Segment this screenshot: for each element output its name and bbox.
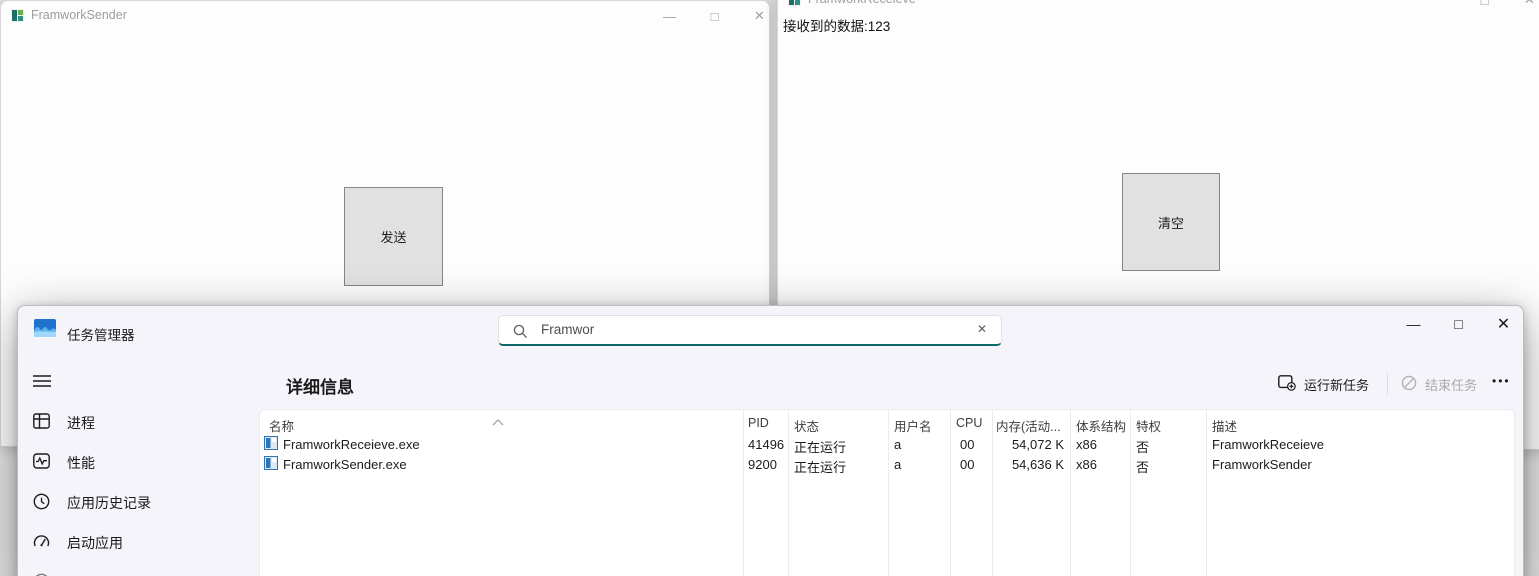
cell-user: a bbox=[894, 437, 901, 452]
column-header-name[interactable]: 名称 bbox=[269, 416, 294, 435]
details-page: 详细信息 运行新任务 结束任务 ••• bbox=[250, 361, 1523, 576]
column-header-description[interactable]: 描述 bbox=[1212, 416, 1237, 435]
clear-button[interactable]: 清空 bbox=[1122, 173, 1220, 271]
cell-cpu: 00 bbox=[960, 437, 974, 452]
table-header: 名称 PID 状态 用户名 CPU 内存(活动... 体系结构 特权 描述 bbox=[260, 410, 1514, 434]
sidebar-item-processes[interactable]: 进程 bbox=[18, 402, 249, 442]
column-header-memory[interactable]: 内存(活动... bbox=[996, 416, 1072, 435]
maximize-button[interactable]: □ bbox=[1462, 0, 1507, 15]
history-clock-icon bbox=[33, 493, 50, 515]
end-task-icon bbox=[1401, 375, 1417, 394]
clear-search-icon[interactable]: ✕ bbox=[977, 322, 987, 336]
column-header-pid[interactable]: PID bbox=[748, 416, 769, 430]
sidebar: 进程 性能 应用历史记录 启动应用 bbox=[18, 361, 249, 576]
cell-description: FramworkSender bbox=[1212, 457, 1312, 472]
cell-status: 正在运行 bbox=[794, 437, 846, 456]
sidebar-item-users[interactable] bbox=[18, 562, 249, 576]
cell-elevated: 否 bbox=[1136, 457, 1149, 476]
close-button[interactable]: ✕ bbox=[1507, 0, 1539, 15]
maximize-button[interactable]: □ bbox=[1436, 307, 1481, 340]
processes-icon bbox=[33, 413, 50, 434]
task-manager-window: 任务管理器 ✕ — □ ✕ 进程 bbox=[17, 305, 1524, 576]
task-manager-icon bbox=[34, 319, 56, 342]
cell-memory: 54,072 K bbox=[992, 437, 1064, 452]
cell-elevated: 否 bbox=[1136, 437, 1149, 456]
sidebar-item-app-history[interactable]: 应用历史记录 bbox=[18, 482, 249, 522]
column-header-cpu[interactable]: CPU bbox=[956, 416, 982, 430]
column-header-elevated[interactable]: 特权 bbox=[1136, 416, 1161, 435]
sidebar-item-performance[interactable]: 性能 bbox=[18, 442, 249, 482]
process-name: FramworkSender.exe bbox=[283, 457, 407, 472]
cell-user: a bbox=[894, 457, 901, 472]
process-name: FramworkReceieve.exe bbox=[283, 437, 420, 452]
receiver-titlebar[interactable]: FramworkReceieve □ ✕ bbox=[778, 0, 1539, 15]
hamburger-menu-icon[interactable] bbox=[33, 374, 57, 394]
page-title: 详细信息 bbox=[286, 373, 354, 398]
cell-status: 正在运行 bbox=[794, 457, 846, 476]
end-task-button[interactable]: 结束任务 bbox=[1395, 369, 1483, 399]
process-icon bbox=[264, 436, 278, 453]
window-title: 任务管理器 bbox=[67, 324, 135, 344]
search-box: ✕ bbox=[498, 315, 1002, 346]
close-button[interactable]: ✕ bbox=[1481, 307, 1526, 340]
column-header-user[interactable]: 用户名 bbox=[894, 416, 932, 435]
app-window-icon bbox=[11, 9, 24, 22]
cell-arch: x86 bbox=[1076, 437, 1097, 452]
send-button[interactable]: 发送 bbox=[344, 187, 443, 286]
search-input[interactable] bbox=[541, 316, 941, 343]
toolbar-divider bbox=[1387, 373, 1388, 395]
cell-memory: 54,636 K bbox=[992, 457, 1064, 472]
window-title: FramworkReceieve bbox=[808, 0, 916, 6]
new-task-icon bbox=[1278, 375, 1296, 394]
performance-icon bbox=[33, 453, 50, 474]
sort-ascending-icon bbox=[492, 413, 504, 431]
minimize-button[interactable]: — bbox=[1391, 307, 1436, 340]
details-table: 名称 PID 状态 用户名 CPU 内存(活动... 体系结构 特权 描述 Fr… bbox=[259, 409, 1515, 576]
received-data-text: 接收到的数据:123 bbox=[783, 15, 890, 35]
table-row[interactable]: FramworkSender.exe 9200 正在运行 a 00 54,636… bbox=[260, 455, 1502, 475]
sender-titlebar[interactable]: FramworkSender — □ ✕ bbox=[1, 1, 769, 31]
process-icon bbox=[264, 456, 278, 473]
search-icon bbox=[513, 324, 528, 344]
sidebar-item-startup-apps[interactable]: 启动应用 bbox=[18, 522, 249, 562]
app-window-icon bbox=[788, 0, 801, 6]
cell-pid: 9200 bbox=[748, 457, 777, 472]
gauge-icon bbox=[33, 533, 50, 554]
window-title: FramworkSender bbox=[31, 8, 127, 22]
cell-pid: 41496 bbox=[748, 437, 784, 452]
maximize-button[interactable]: □ bbox=[692, 1, 737, 31]
run-new-task-button[interactable]: 运行新任务 bbox=[1272, 369, 1375, 399]
table-row[interactable]: FramworkReceieve.exe 41496 正在运行 a 00 54,… bbox=[260, 435, 1502, 455]
more-options-button[interactable]: ••• bbox=[1492, 374, 1511, 388]
column-header-status[interactable]: 状态 bbox=[794, 416, 819, 435]
cell-description: FramworkReceieve bbox=[1212, 437, 1324, 452]
column-header-arch[interactable]: 体系结构 bbox=[1076, 416, 1126, 435]
close-button[interactable]: ✕ bbox=[737, 1, 782, 31]
cell-cpu: 00 bbox=[960, 457, 974, 472]
cell-arch: x86 bbox=[1076, 457, 1097, 472]
minimize-button[interactable]: — bbox=[647, 1, 692, 31]
